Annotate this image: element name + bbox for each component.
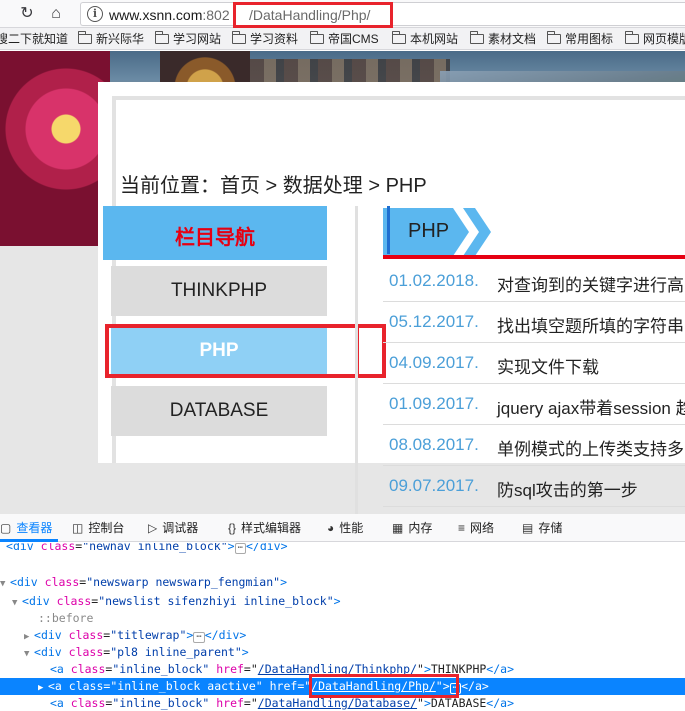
dom-node[interactable]: ▼ <div class="pl8 inline_parent">: [24, 644, 685, 661]
column-divider: [355, 206, 358, 514]
annotation-box-url: [233, 2, 393, 28]
tab-performance[interactable]: ◕ 性能: [327, 514, 363, 542]
debugger-icon: ▷: [148, 521, 158, 535]
tab-accent: [387, 206, 390, 254]
bookmark-folder[interactable]: 新兴际华: [78, 31, 144, 47]
collapsed-ellipsis[interactable]: ⋯: [193, 632, 205, 643]
annotation-box-href: [309, 674, 459, 698]
news-date: 08.08.2017.: [389, 435, 479, 454]
collapsed-arrow-icon[interactable]: ▶: [38, 680, 48, 697]
info-icon[interactable]: i: [87, 6, 103, 22]
folder-icon: [232, 31, 246, 44]
news-title[interactable]: 实现文件下载: [497, 353, 599, 378]
dom-tree: <div class="newnav inline_block"> ⋯ </div>…: [0, 543, 685, 711]
memory-icon: ▦: [392, 521, 404, 535]
sidebar-item-thinkphp[interactable]: THINKPHP: [111, 266, 327, 316]
annotation-box-sidebar: [105, 324, 386, 378]
news-date: 05.12.2017.: [389, 312, 479, 331]
news-title[interactable]: 找出填空题所填的字符串: [497, 312, 684, 337]
expanded-arrow-icon[interactable]: ▼: [12, 595, 22, 612]
bookmark-item[interactable]: 搜二下就知道: [0, 31, 68, 47]
folder-icon: [78, 31, 92, 44]
bookmarks-bar: 搜二下就知道 新兴际华 学习网站 学习资料 帝国CMS 本机网站 素材文档 常用…: [0, 28, 685, 50]
news-date: 01.02.2018.: [389, 271, 479, 290]
dom-node[interactable]: <div class="newnav inline_block"> ⋯ </div>: [6, 543, 685, 555]
news-item[interactable]: 04.09.2017. 实现文件下载: [383, 343, 685, 384]
tab-console[interactable]: ◫ 控制台: [72, 514, 124, 542]
url-bar[interactable]: i www.xsnn.com:802 /DataHandling/Php/: [80, 2, 685, 28]
style-editor-icon: {}: [228, 521, 237, 535]
dom-node[interactable]: ▼ <div class="newswarp newswarp_fengmian"…: [0, 574, 685, 591]
news-title[interactable]: 对查询到的关键字进行高: [497, 271, 684, 296]
folder-icon: [155, 31, 169, 44]
dom-node[interactable]: ▼ <div class="newslist sifenzhiyi inline_…: [12, 593, 685, 610]
browser-toolbar: ↻ ⌂ i www.xsnn.com:802 /DataHandling/Php…: [0, 0, 685, 28]
news-item[interactable]: 08.08.2017. 单例模式的上传类支持多: [383, 425, 685, 466]
bookmark-folder[interactable]: 本机网站: [392, 31, 458, 47]
tab-memory[interactable]: ▦ 内存: [392, 514, 432, 542]
active-tab-indicator: [0, 539, 58, 542]
news-title[interactable]: jquery ajax带着session 趋: [497, 394, 685, 419]
sidebar-item-database[interactable]: DATABASE: [111, 386, 327, 436]
inspector-icon: ▢: [0, 521, 12, 535]
news-item[interactable]: 09.07.2017. 防sql攻击的第一步: [383, 466, 685, 507]
bookmark-folder[interactable]: 网页模版: [625, 31, 685, 47]
expanded-arrow-icon[interactable]: ▼: [24, 646, 34, 663]
bookmark-folder[interactable]: 帝国CMS: [310, 31, 379, 47]
devtools-toolbar: ▢ 查看器 ◫ 控制台 ▷ 调试器 {} 样式编辑器 ◕ 性能 ▦ 内存 ≡ 网络 ▤ 存储: [0, 514, 685, 542]
news-date: 09.07.2017.: [389, 476, 479, 495]
performance-icon: ◕: [327, 521, 335, 535]
folder-icon: [547, 31, 561, 44]
breadcrumb: 当前位置：首页 > 数据处理 > PHP: [120, 175, 427, 197]
tab-underline: [383, 255, 685, 259]
bookmark-folder[interactable]: 常用图标: [547, 31, 613, 47]
collapsed-ellipsis[interactable]: ⋯: [234, 543, 246, 554]
news-date: 01.09.2017.: [389, 394, 479, 413]
sidebar-title-label: 栏目导航: [175, 227, 255, 249]
folder-icon: [310, 31, 324, 44]
tab-debugger[interactable]: ▷ 调试器: [148, 514, 198, 542]
tab-storage[interactable]: ▤ 存储: [522, 514, 562, 542]
tab-php-label[interactable]: PHP: [408, 220, 449, 243]
news-item[interactable]: 01.09.2017. jquery ajax带着session 趋: [383, 384, 685, 425]
tab-network[interactable]: ≡ 网络: [458, 514, 494, 542]
reload-icon[interactable]: ↻: [16, 3, 38, 25]
sidebar-title: 栏目导航: [103, 206, 327, 260]
bookmark-folder[interactable]: 学习网站: [155, 31, 221, 47]
news-item[interactable]: 01.02.2018. 对查询到的关键字进行高: [383, 261, 685, 302]
bookmark-folder[interactable]: 学习资料: [232, 31, 298, 47]
dom-node[interactable]: ▶ <div class="titlewrap"> ⋯ </div>: [24, 627, 685, 644]
bookmark-folder[interactable]: 素材文档: [470, 31, 536, 47]
expanded-arrow-icon[interactable]: ▼: [0, 576, 10, 593]
banner-decoration: [0, 51, 110, 246]
folder-icon: [625, 31, 639, 44]
console-icon: ◫: [72, 521, 84, 535]
news-title[interactable]: 防sql攻击的第一步: [497, 476, 638, 501]
news-date: 04.09.2017.: [389, 353, 479, 372]
news-item[interactable]: 05.12.2017. 找出填空题所填的字符串: [383, 302, 685, 343]
folder-icon: [470, 31, 484, 44]
dom-pseudo-node[interactable]: ::before: [38, 610, 685, 627]
news-title[interactable]: 单例模式的上传类支持多: [497, 435, 684, 460]
folder-icon: [392, 31, 406, 44]
network-icon: ≡: [458, 521, 466, 535]
category-tab-bar: PHP: [383, 206, 685, 259]
tab-inspector[interactable]: ▢ 查看器: [0, 514, 52, 542]
home-icon[interactable]: ⌂: [45, 3, 67, 25]
tab-style-editor[interactable]: {} 样式编辑器: [228, 514, 301, 542]
url-host: www.xsnn.com:802: [109, 7, 230, 23]
storage-icon: ▤: [522, 521, 534, 535]
